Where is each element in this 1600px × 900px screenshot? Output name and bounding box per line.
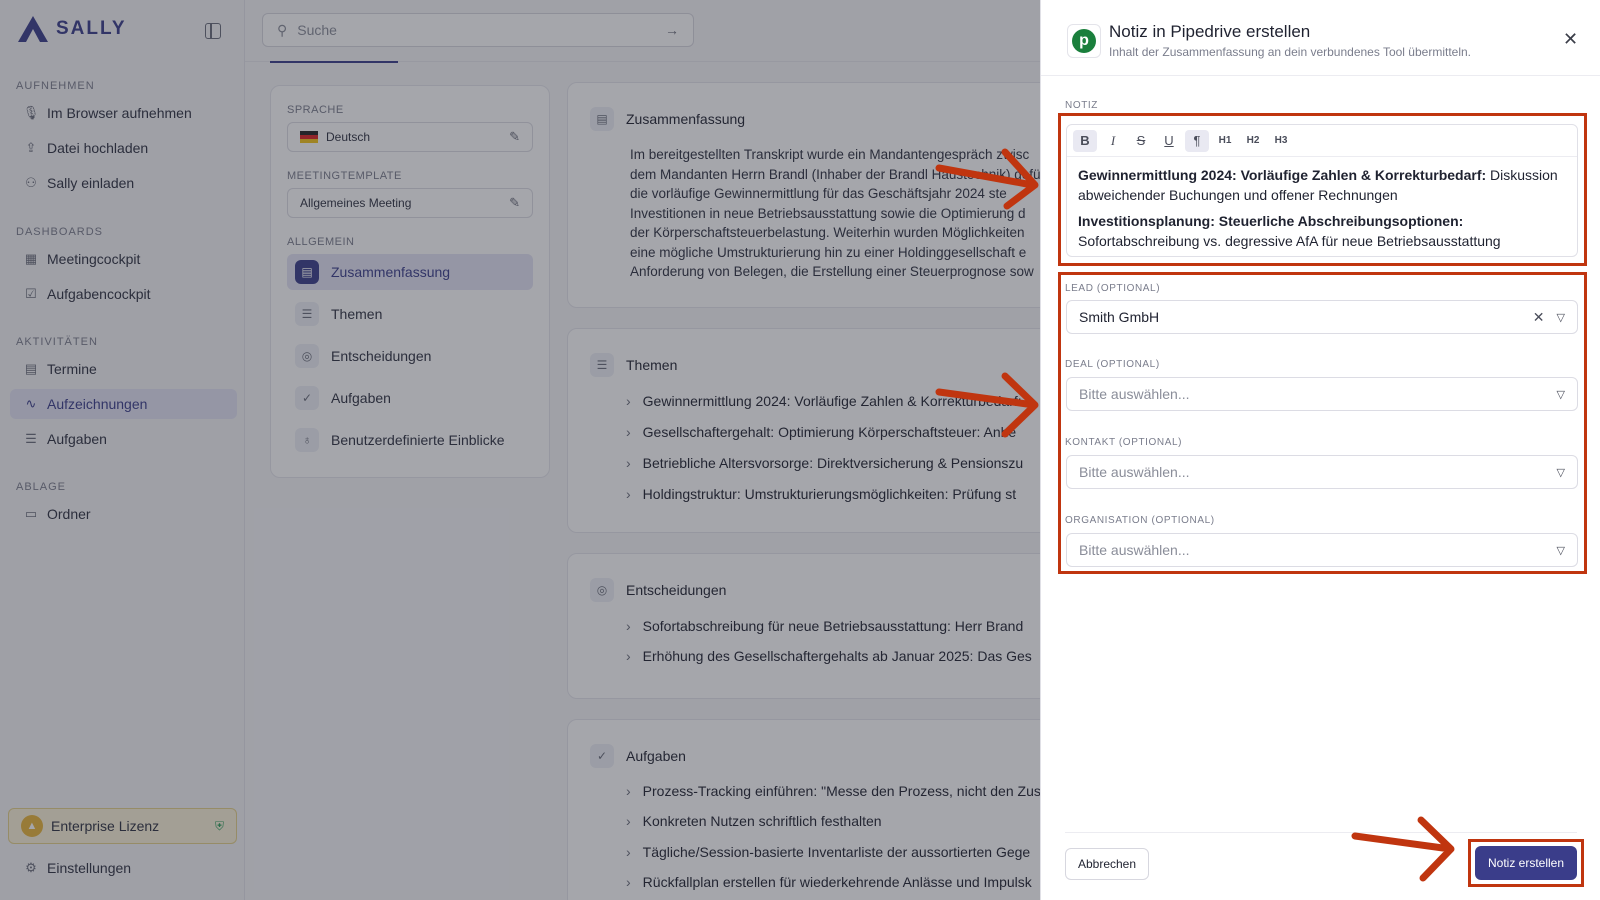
- annotation-arrow-icon: [935, 148, 1039, 210]
- note-content[interactable]: Gewinnermittlung 2024: Vorläufige Zahlen…: [1078, 165, 1568, 257]
- heading2-button[interactable]: H2: [1241, 130, 1265, 152]
- lead-label: LEAD (OPTIONAL): [1065, 283, 1161, 294]
- annotation-arrow-icon: [1351, 816, 1455, 882]
- lead-select[interactable]: Smith GmbH ✕ ▽: [1066, 300, 1578, 334]
- cancel-button[interactable]: Abbrechen: [1065, 848, 1149, 880]
- note-label: NOTIZ: [1065, 100, 1098, 111]
- contact-label: KONTAKT (OPTIONAL): [1065, 437, 1183, 448]
- chevron-down-icon: ▽: [1556, 544, 1565, 557]
- deal-label: DEAL (OPTIONAL): [1065, 359, 1160, 370]
- chevron-down-icon: ▽: [1556, 311, 1565, 324]
- chevron-down-icon: ▽: [1556, 466, 1565, 479]
- dialog-footer-divider: [1065, 832, 1577, 833]
- chevron-down-icon: ▽: [1556, 388, 1565, 401]
- create-note-button[interactable]: Notiz erstellen: [1475, 846, 1577, 880]
- italic-button[interactable]: I: [1101, 130, 1125, 152]
- dialog-subtitle: Inhalt der Zusammenfassung an dein verbu…: [1109, 45, 1471, 59]
- editor-toolbar: B I S U ¶ H1 H2 H3: [1067, 125, 1577, 157]
- dialog-header: p Notiz in Pipedrive erstellen Inhalt de…: [1041, 0, 1600, 76]
- note-editor[interactable]: B I S U ¶ H1 H2 H3 Gewinnermittlung 2024…: [1066, 124, 1578, 257]
- contact-select[interactable]: Bitte auswählen... ▽: [1066, 455, 1578, 489]
- strikethrough-button[interactable]: S: [1129, 130, 1153, 152]
- underline-button[interactable]: U: [1157, 130, 1181, 152]
- dialog-title: Notiz in Pipedrive erstellen: [1109, 22, 1311, 41]
- modal-backdrop[interactable]: [0, 0, 1040, 900]
- bold-button[interactable]: B: [1073, 129, 1097, 152]
- organisation-label: ORGANISATION (OPTIONAL): [1065, 515, 1215, 526]
- annotation-arrow-icon: [935, 372, 1039, 438]
- clear-icon[interactable]: ✕: [1533, 309, 1545, 326]
- pipedrive-logo-icon: p: [1067, 24, 1101, 58]
- paragraph-button[interactable]: ¶: [1185, 129, 1209, 152]
- heading1-button[interactable]: H1: [1213, 130, 1237, 152]
- deal-select[interactable]: Bitte auswählen... ▽: [1066, 377, 1578, 411]
- heading3-button[interactable]: H3: [1269, 130, 1293, 152]
- organisation-select[interactable]: Bitte auswählen... ▽: [1066, 533, 1578, 567]
- close-icon[interactable]: ✕: [1563, 30, 1578, 48]
- pipedrive-note-dialog: p Notiz in Pipedrive erstellen Inhalt de…: [1040, 0, 1600, 900]
